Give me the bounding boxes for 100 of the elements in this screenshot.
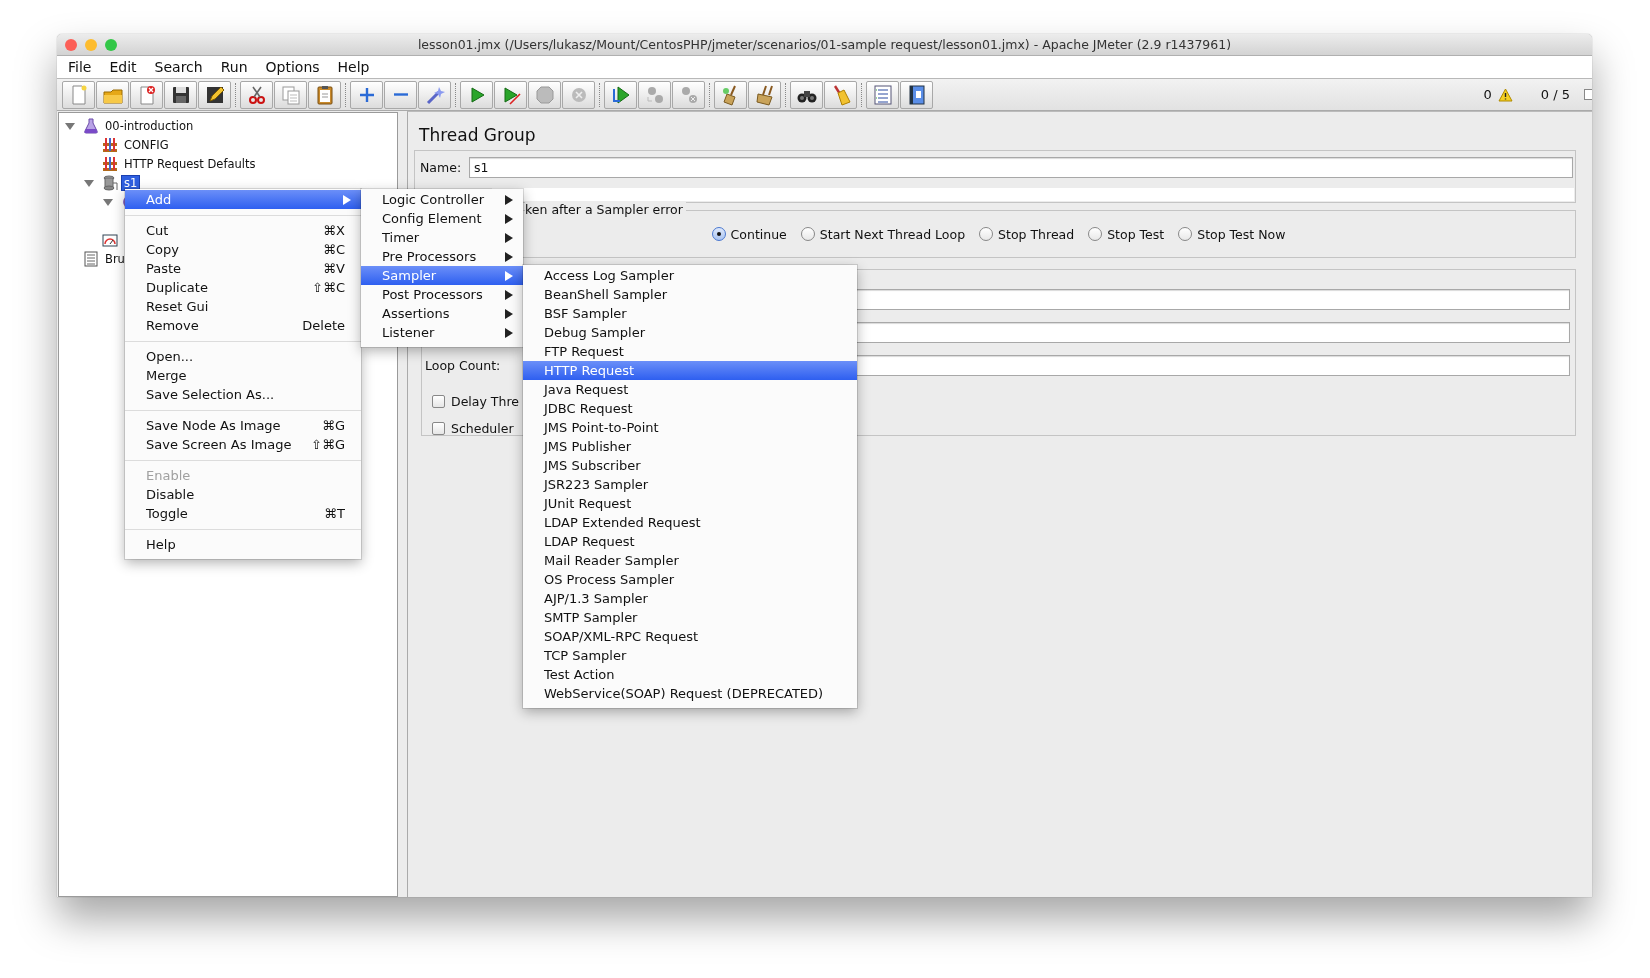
tree-item[interactable]: CONFIG: [122, 137, 171, 152]
menu-item[interactable]: Access Log Sampler: [523, 266, 857, 285]
field-label: Loop Count:: [425, 358, 501, 373]
stop-sign-icon: [533, 83, 556, 106]
radio-button[interactable]: [800, 227, 815, 241]
menu-title[interactable]: Help: [328, 59, 379, 75]
gauge-icon: [102, 231, 118, 248]
menu-item[interactable]: JMS Subscriber: [523, 456, 857, 475]
submenu-arrow-icon: [505, 327, 513, 338]
warning-icon[interactable]: [1497, 87, 1513, 102]
zoom-button[interactable]: [105, 38, 117, 51]
menu-item[interactable]: LDAP Request: [523, 532, 857, 551]
menu-item[interactable]: WebService(SOAP) Request (DEPRECATED): [523, 684, 857, 703]
menu-item[interactable]: TCP Sampler: [523, 646, 857, 665]
radio-label: Stop Thread: [998, 226, 1075, 242]
radio-label: Stop Test: [1107, 226, 1165, 242]
menu-item[interactable]: BSF Sampler: [523, 304, 857, 323]
spool-icon: [102, 174, 118, 191]
menu-item[interactable]: Save Screen As Image ⇧⌘G: [125, 435, 361, 454]
menu-item[interactable]: Remove Delete: [125, 316, 361, 335]
group-legend: ken after a Sampler error: [525, 202, 686, 217]
comments-field[interactable]: [492, 188, 1574, 201]
checkbox[interactable]: [432, 395, 445, 408]
minus-icon: [393, 93, 408, 96]
menu-item[interactable]: Disable: [125, 485, 361, 504]
toolbar-button[interactable]: [164, 80, 197, 109]
menu-item[interactable]: AJP/1.3 Sampler: [523, 589, 857, 608]
menu-item[interactable]: BeanShell Sampler: [523, 285, 857, 304]
menu-item[interactable]: Post Processors: [361, 285, 523, 304]
tree-item[interactable]: HTTP Request Defaults: [122, 156, 258, 171]
menu-item[interactable]: JSR223 Sampler: [523, 475, 857, 494]
menu-item[interactable]: Copy ⌘C: [125, 240, 361, 259]
radio-button[interactable]: [711, 227, 726, 241]
submenu-arrow-icon: [505, 213, 513, 224]
error-count: 0: [1483, 87, 1492, 102]
pages-icon: [279, 83, 302, 106]
submenu-arrow-icon: [505, 232, 513, 243]
submenu-arrow-icon: [505, 194, 513, 205]
submenu-arrow-icon: [505, 251, 513, 262]
submenu-arrow-icon: [505, 308, 513, 319]
menu-item[interactable]: Save Node As Image ⌘G: [125, 416, 361, 435]
menu-item[interactable]: Assertions: [361, 304, 523, 323]
menu-title[interactable]: Search: [145, 59, 212, 75]
menu-item[interactable]: LDAP Extended Request: [523, 513, 857, 532]
menu-title[interactable]: Options: [256, 59, 329, 75]
menu-item[interactable]: Duplicate ⇧⌘C: [125, 278, 361, 297]
test-tubes-icon: [102, 155, 118, 172]
menu-title[interactable]: File: [59, 59, 101, 75]
radio-button[interactable]: [1088, 227, 1103, 241]
menu-item[interactable]: Reset Gui: [125, 297, 361, 316]
menu-item[interactable]: Add: [125, 190, 361, 209]
menu-item[interactable]: Mail Reader Sampler: [523, 551, 857, 570]
menu-item[interactable]: Save Selection As...: [125, 385, 361, 404]
menu-title[interactable]: Run: [211, 59, 257, 75]
menu-item[interactable]: Logic Controller: [361, 190, 523, 209]
menu-item[interactable]: JMS Publisher: [523, 437, 857, 456]
close-button[interactable]: [65, 38, 77, 51]
test-tubes-icon: [102, 136, 118, 153]
tree-item[interactable]: Bru: [103, 251, 127, 266]
toolbar-button[interactable]: [790, 80, 823, 109]
expand-arrow-icon[interactable]: [84, 177, 94, 188]
name-field[interactable]: s1: [469, 157, 1573, 178]
menu-item[interactable]: Help: [125, 535, 361, 554]
menu-title[interactable]: Edit: [100, 59, 146, 75]
menu-item[interactable]: HTTP Request: [523, 361, 857, 380]
toolbar-button[interactable]: [198, 80, 231, 109]
flask-icon: [83, 117, 99, 134]
radio-button[interactable]: [1178, 227, 1193, 241]
menu-item[interactable]: FTP Request: [523, 342, 857, 361]
menu-item[interactable]: JMS Point-to-Point: [523, 418, 857, 437]
menu-item[interactable]: Debug Sampler: [523, 323, 857, 342]
menu-item[interactable]: Open...: [125, 347, 361, 366]
menu-item[interactable]: Config Element: [361, 209, 523, 228]
menu-item[interactable]: Toggle ⌘T: [125, 504, 361, 523]
name-label: Name:: [420, 160, 462, 175]
tree-item[interactable]: s1: [122, 175, 140, 190]
menu-item[interactable]: SOAP/XML-RPC Request: [523, 627, 857, 646]
toolbar-button[interactable]: [900, 80, 933, 109]
radio-label: Continue: [730, 226, 787, 242]
menu-item[interactable]: Cut ⌘X: [125, 221, 361, 240]
checkbox-label: Scheduler: [451, 421, 514, 436]
checkbox-label: Delay Thre: [451, 394, 519, 409]
menu-item[interactable]: Paste ⌘V: [125, 259, 361, 278]
menu-item[interactable]: Test Action: [523, 665, 857, 684]
checkbox[interactable]: [432, 422, 445, 435]
tree-item[interactable]: 00-introduction: [103, 118, 196, 133]
radio-button[interactable]: [979, 227, 994, 241]
menu-item[interactable]: Java Request: [523, 380, 857, 399]
menu-item[interactable]: OS Process Sampler: [523, 570, 857, 589]
menu-item[interactable]: Listener: [361, 323, 523, 342]
expand-arrow-icon[interactable]: [65, 120, 75, 131]
menu-item[interactable]: JDBC Request: [523, 399, 857, 418]
menu-item[interactable]: Sampler: [361, 266, 523, 285]
menu-item[interactable]: SMTP Sampler: [523, 608, 857, 627]
menu-item[interactable]: Pre Processors: [361, 247, 523, 266]
menu-item[interactable]: JUnit Request: [523, 494, 857, 513]
broom-icon: [753, 83, 776, 106]
expand-arrow-icon[interactable]: [103, 196, 113, 207]
menu-item[interactable]: Timer: [361, 228, 523, 247]
menu-item[interactable]: Merge: [125, 366, 361, 385]
